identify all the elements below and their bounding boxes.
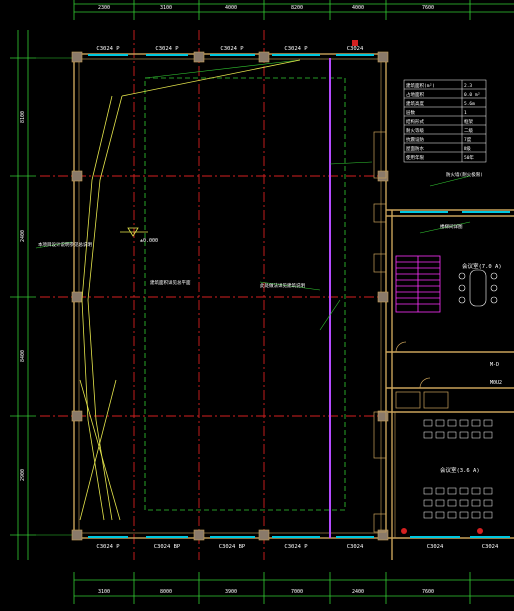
top-dim-1: 2300 bbox=[98, 5, 110, 11]
info-label: 建筑高度 bbox=[406, 100, 424, 107]
window-label: C3024 P bbox=[220, 46, 244, 52]
window-label: C3024 bbox=[482, 544, 499, 550]
info-value: 0.0 m² bbox=[464, 92, 480, 98]
cad-floor-plan: 2300 3100 4000 8200 4000 7600 3100 8000 … bbox=[10, 0, 514, 604]
annotation-right-a: 防火墙(耐火极限) bbox=[446, 171, 483, 178]
room-label-meeting-b: 会议室(3.6 A) bbox=[440, 466, 480, 474]
elevation-mark: ±0.000 bbox=[140, 238, 158, 244]
info-value: 7度 bbox=[464, 136, 472, 143]
window-label: C3024 P bbox=[96, 544, 120, 550]
bottom-dim-5: 2400 bbox=[352, 589, 364, 595]
windows bbox=[88, 54, 510, 538]
side-dim-4: 2900 bbox=[20, 469, 26, 481]
info-label: 屋面防水 bbox=[406, 145, 424, 152]
top-dim-3: 4000 bbox=[225, 5, 237, 11]
window-label: C3024 P bbox=[96, 46, 120, 52]
info-label: 建筑面积(m²) bbox=[406, 82, 435, 89]
meeting-table-a bbox=[458, 269, 498, 307]
side-dim-1: 8100 bbox=[20, 111, 26, 123]
info-table-texts: 建筑面积(m²) 2.3 占地面积 0.0 m² 建筑高度 5.6m 层数 1 … bbox=[406, 82, 480, 161]
annotation-mid: 此处做法详见建筑说明 bbox=[260, 282, 305, 289]
info-value: 二级 bbox=[464, 127, 473, 134]
bottom-dim-2: 8000 bbox=[160, 589, 172, 595]
yellow-sketch bbox=[79, 59, 301, 521]
bottom-dim-4: 7000 bbox=[291, 589, 303, 595]
door-label-b: M0U2 bbox=[490, 380, 502, 386]
leader-lines bbox=[35, 161, 471, 331]
info-value: Ⅱ级 bbox=[464, 145, 471, 152]
top-dimension-texts: 2300 3100 4000 8200 4000 7600 bbox=[98, 5, 434, 11]
side-dimension-texts: 8100 2400 8400 2900 bbox=[20, 111, 26, 481]
outer-walls bbox=[73, 53, 514, 560]
window-label: C3024 bbox=[347, 46, 364, 52]
info-label: 层数 bbox=[406, 109, 415, 116]
bottom-dim-6: 7600 bbox=[422, 589, 434, 595]
window-label: C3024 P bbox=[155, 46, 179, 52]
info-label: 占地面积 bbox=[406, 91, 424, 98]
top-dim-5: 4000 bbox=[352, 5, 364, 11]
inner-boundary bbox=[144, 77, 346, 511]
info-value: 5.6m bbox=[464, 101, 475, 107]
bottom-dimension-texts: 3100 8000 3900 7000 2400 7600 bbox=[98, 589, 434, 595]
window-label: C3024 bbox=[347, 544, 364, 550]
info-value: 2.3 bbox=[464, 83, 472, 89]
doors bbox=[373, 131, 449, 533]
window-label: C3024 P bbox=[284, 544, 308, 550]
side-dim-3: 8400 bbox=[20, 350, 26, 362]
axis-grid bbox=[40, 30, 386, 560]
bottom-dim-1: 3100 bbox=[98, 589, 110, 595]
info-label: 抗震设防 bbox=[406, 136, 424, 143]
columns bbox=[71, 51, 389, 541]
annotation-right-b: 楼梯间详图 bbox=[440, 223, 463, 230]
top-dim-6: 7600 bbox=[422, 5, 434, 11]
info-label: 耐火等级 bbox=[406, 127, 424, 134]
info-value: 50年 bbox=[464, 154, 474, 161]
dimension-lines bbox=[10, 0, 514, 604]
info-value: 框架 bbox=[464, 118, 473, 125]
side-dim-2: 2400 bbox=[20, 230, 26, 242]
window-label: C3024 bbox=[427, 544, 444, 550]
stair bbox=[395, 255, 441, 313]
annotation-left: 本项目设计说明参见总说明 bbox=[38, 241, 92, 248]
room-label-meeting-a: 会议室(7.0 A) bbox=[462, 262, 502, 270]
info-label: 使用年限 bbox=[406, 154, 424, 161]
window-label: C3024 P bbox=[284, 46, 308, 52]
info-value: 1 bbox=[464, 110, 467, 116]
info-label: 结构形式 bbox=[406, 118, 424, 125]
top-dim-4: 8200 bbox=[291, 5, 303, 11]
bottom-dim-3: 3900 bbox=[225, 589, 237, 595]
window-label: C3024 BP bbox=[154, 544, 181, 550]
window-label: C3024 BP bbox=[219, 544, 246, 550]
annotation-center: 建筑面积详见总平面 bbox=[150, 279, 191, 286]
top-dim-2: 3100 bbox=[160, 5, 172, 11]
door-label-a: M-D bbox=[490, 362, 499, 368]
